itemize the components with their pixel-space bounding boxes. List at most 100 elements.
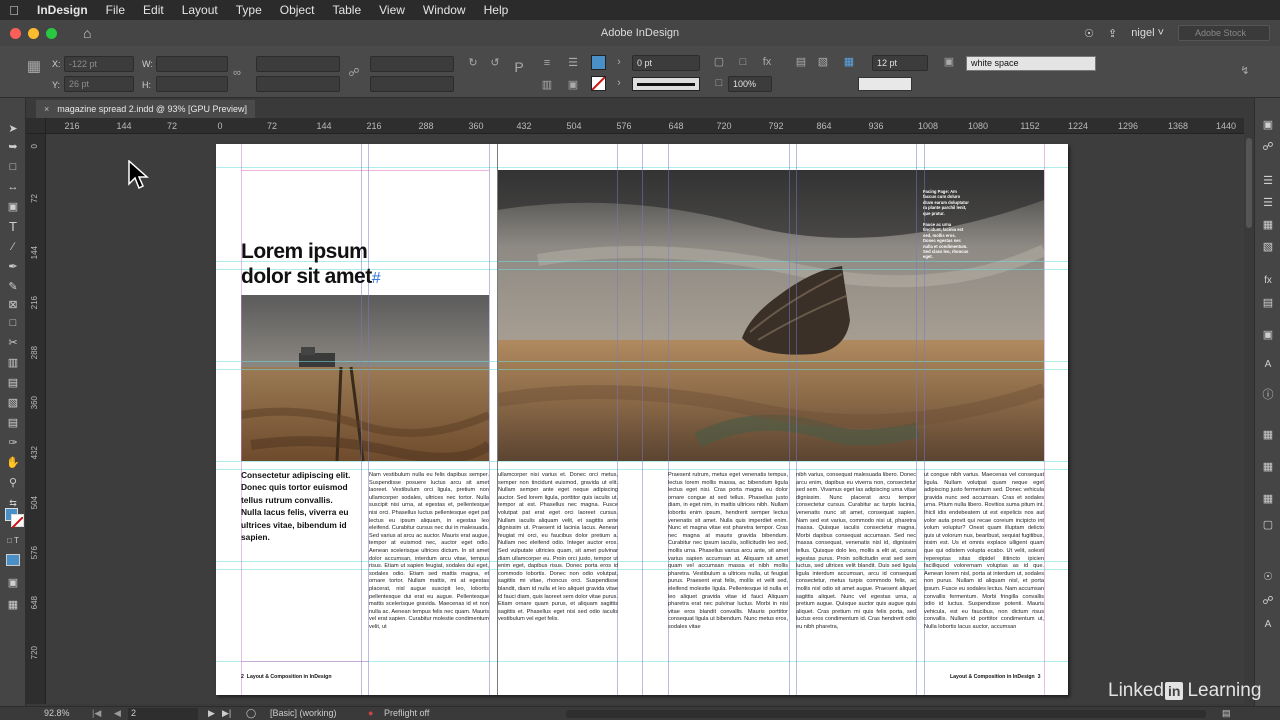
content-collector-icon[interactable]: ▣ [6, 200, 20, 214]
zoom-tool-icon[interactable]: ⚲ [6, 476, 20, 490]
body-text-column-5[interactable]: ut congue nibh varius. Maecenas vel cons… [924, 472, 1044, 662]
swatches-panel-icon[interactable]: ▦ [1261, 218, 1275, 232]
rotate-ccw-icon[interactable]: ↺ [488, 56, 502, 70]
column-guide[interactable] [489, 144, 490, 695]
close-window-button[interactable] [10, 27, 21, 39]
color-panel-icon[interactable]: ▧ [1261, 240, 1275, 254]
zoom-window-button[interactable] [46, 27, 57, 39]
stroke-panel-icon[interactable]: ☰ [1261, 196, 1275, 210]
first-page-icon[interactable]: |◀ [92, 708, 101, 719]
info-panel-icon[interactable]: ⓘ [1261, 388, 1275, 402]
note-tool-icon[interactable]: ▤ [6, 416, 20, 430]
free-transform-tool-icon[interactable]: ▥ [6, 356, 20, 370]
fill-swatch[interactable] [591, 55, 606, 70]
link-icon[interactable]: ☍ [347, 66, 361, 80]
direct-selection-tool-icon[interactable]: ➥ [6, 140, 20, 154]
vertical-scrollbar[interactable] [1244, 134, 1254, 704]
share-icon[interactable]: ⇪ [1108, 27, 1117, 40]
opacity-field[interactable]: 100% [728, 76, 772, 92]
gap-tool-icon[interactable]: ↔ [6, 180, 20, 194]
menu-layout[interactable]: Layout [173, 3, 227, 17]
intro-paragraph[interactable]: Consectetur adipiscing elit. Donec quis … [241, 469, 353, 543]
small-photo-frame[interactable] [241, 295, 489, 461]
effects-panel-icon[interactable]: fx [1261, 274, 1275, 288]
body-text-column-4[interactable]: nibh varius, consequat malesuada libero.… [796, 472, 916, 662]
menu-edit[interactable]: Edit [134, 3, 173, 17]
x-field[interactable]: -122 pt [64, 56, 134, 72]
column-guide[interactable] [916, 144, 917, 695]
text-wrap-bbox-icon[interactable]: ▧ [816, 55, 830, 69]
close-tab-icon[interactable]: × [44, 104, 49, 114]
glyph-panel-icon[interactable]: A [1261, 618, 1275, 632]
body-text-column-1[interactable]: Nam vestibulum nulla eu felis dapibus se… [369, 472, 489, 662]
horizontal-scrollbar[interactable] [566, 710, 1206, 718]
rotate-field[interactable] [370, 56, 454, 72]
menu-table[interactable]: Table [323, 3, 370, 17]
home-icon[interactable]: ⌂ [83, 26, 97, 40]
character-styles-icon[interactable]: A [1261, 358, 1275, 372]
fill-menu-icon[interactable]: › [612, 55, 626, 69]
scissors-tool-icon[interactable]: ✂ [6, 336, 20, 350]
preview-mode-icon[interactable]: ◯ [246, 708, 256, 719]
frame-fitting-icon[interactable]: □ [736, 55, 750, 69]
gutter-field[interactable]: 12 pt [872, 55, 928, 71]
h-field[interactable] [156, 76, 228, 92]
vertical-ruler[interactable]: 0 72 144 216 288 360 432 504 576 648 720 [26, 134, 46, 704]
y-field[interactable]: 26 pt [64, 76, 134, 92]
stroke-menu-icon[interactable]: › [612, 76, 626, 90]
pencil-tool-icon[interactable]: ✎ [6, 280, 20, 294]
paragraph-styles-icon[interactable]: ▦ [1261, 428, 1275, 442]
stroke-weight-field[interactable]: 0 pt [632, 55, 700, 71]
constrain-proportions-icon[interactable]: ∞ [230, 66, 244, 80]
object-style-select[interactable]: white space [966, 56, 1096, 71]
lightning-icon[interactable]: ↯ [1238, 64, 1252, 78]
type-tool-icon[interactable]: T [6, 220, 20, 234]
gradient-tool-icon[interactable]: ▤ [6, 376, 20, 390]
last-page-icon[interactable]: ▶| [222, 708, 231, 719]
hand-tool-icon[interactable]: ✋ [6, 456, 20, 470]
stroke-color-box[interactable] [11, 514, 24, 529]
headline[interactable]: Lorem ipsum dolor sit amet# [241, 239, 381, 291]
zoom-level[interactable]: 92.8% [44, 708, 70, 718]
stroke-type-select[interactable] [632, 77, 700, 91]
ruler-origin[interactable] [26, 118, 46, 134]
document-spread[interactable]: Lorem ipsum dolor sit amet# Facing Page:… [216, 144, 1068, 695]
menu-window[interactable]: Window [414, 3, 475, 17]
auto-fit-icon[interactable]: ▦ [842, 55, 856, 69]
menu-object[interactable]: Object [271, 3, 324, 17]
stroke-color-preview[interactable] [858, 77, 912, 91]
text-wrap-panel-icon[interactable]: ▤ [1261, 296, 1275, 310]
screen-mode-icon[interactable]: ▦ [6, 598, 20, 612]
rotate-cw-icon[interactable]: ↻ [466, 56, 480, 70]
align-icon[interactable]: ≡ [540, 56, 554, 70]
layers-panel-icon[interactable]: ☰ [1261, 174, 1275, 188]
column-guide[interactable] [642, 144, 643, 695]
view-mode-icon[interactable]: ▣ [6, 576, 20, 590]
eyedropper-tool-icon[interactable]: ✑ [6, 436, 20, 450]
apple-icon[interactable]:  [0, 3, 28, 18]
scale-y-field[interactable] [256, 76, 340, 92]
pasteboard[interactable]: Lorem ipsum dolor sit amet# Facing Page:… [46, 134, 1244, 704]
selection-tool-icon[interactable]: ➤ [6, 122, 20, 136]
folio-right[interactable]: Layout & Composition in InDesign 3 [950, 674, 1041, 680]
type-on-path-icon[interactable]: P [512, 60, 526, 74]
column-guide[interactable] [361, 144, 362, 695]
page-tool-icon[interactable]: □ [6, 160, 20, 174]
scroll-thumb[interactable] [1246, 138, 1252, 228]
column-guide[interactable] [789, 144, 790, 695]
w-field[interactable] [156, 56, 228, 72]
formatting-affects-icon[interactable]: □ T [6, 534, 20, 548]
cc-libraries-icon[interactable]: ▣ [1261, 328, 1275, 342]
adobe-stock-search[interactable]: Adobe Stock [1178, 25, 1270, 41]
pages-panel-icon[interactable]: ▣ [1261, 118, 1275, 132]
navigator-panel-icon[interactable]: ☉ [1261, 570, 1275, 584]
select-content-icon[interactable]: ▣ [566, 78, 580, 92]
lightbulb-icon[interactable]: ☉ [1084, 27, 1094, 40]
minimize-window-button[interactable] [28, 27, 39, 39]
table-panel-icon[interactable]: ▦ [1261, 460, 1275, 474]
scale-x-field[interactable] [256, 56, 340, 72]
reference-point-icon[interactable]: ▦ [24, 59, 44, 80]
menu-file[interactable]: File [97, 3, 134, 17]
panel-toggle-icon[interactable]: ▤ [1222, 708, 1231, 719]
line-tool-icon[interactable]: ∕ [6, 240, 20, 254]
